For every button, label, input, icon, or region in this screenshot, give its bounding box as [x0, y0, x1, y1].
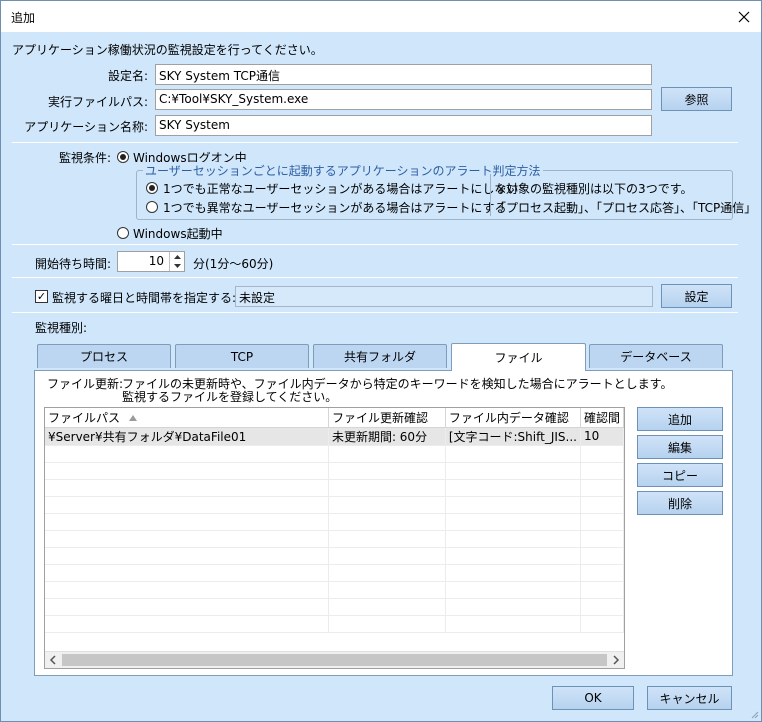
table-row[interactable]: ¥Server¥共有フォルダ¥DataFile01 未更新期間: 60分 [文字… [45, 427, 624, 446]
cell-interval: 10 [580, 427, 624, 446]
empty-row [45, 479, 624, 497]
delete-button[interactable]: 削除 [637, 491, 723, 515]
schedule-label: 監視する曜日と時間帯を指定する: [52, 291, 237, 305]
logon-radio[interactable] [117, 151, 129, 163]
schedule-field: 未設定 [235, 286, 653, 307]
startup-radio[interactable] [117, 227, 129, 239]
wait-spinner[interactable]: 10 [117, 251, 185, 272]
intro-text: アプリケーション稼働状況の監視設定を行ってください。 [12, 43, 323, 57]
browse-button[interactable]: 参照 [661, 87, 732, 111]
setting-name-label: 設定名: [107, 69, 148, 83]
cancel-button[interactable]: キャンセル [647, 686, 732, 710]
option2-radio[interactable] [146, 201, 158, 213]
empty-row [45, 445, 624, 463]
option1-radio[interactable] [146, 182, 158, 194]
exe-path-label: 実行ファイルパス: [47, 95, 148, 109]
empty-row [45, 513, 624, 531]
column-header-file-path[interactable]: ファイルパス [45, 408, 329, 428]
startup-label: Windows起動中 [133, 227, 223, 241]
scroll-thumb[interactable] [62, 654, 607, 666]
close-button[interactable] [727, 1, 761, 32]
tab-tcp[interactable]: TCP [175, 344, 309, 368]
add-button[interactable]: 追加 [637, 407, 723, 431]
schedule-checkbox[interactable]: ✓ [35, 290, 48, 303]
sort-ascending-icon [128, 414, 137, 421]
description-line2: 監視するファイルを登録してください。 [122, 390, 338, 404]
wait-label: 開始待ち時間: [35, 257, 112, 271]
column-header-data-check[interactable]: ファイル内データ確認 [445, 408, 581, 428]
resize-grip-icon[interactable] [749, 709, 759, 719]
separator [12, 244, 738, 245]
edit-button[interactable]: 編集 [637, 435, 723, 459]
schedule-settings-button[interactable]: 設定 [661, 284, 732, 308]
scroll-right-icon[interactable] [608, 652, 624, 668]
spinner-buttons[interactable] [169, 252, 184, 271]
empty-row [45, 564, 624, 582]
empty-row [45, 530, 624, 548]
tab-shared-folder[interactable]: 共有フォルダ [313, 344, 447, 368]
title-bar: 追加 [1, 1, 761, 32]
file-table: ファイルパス ファイル更新確認 ファイル内データ確認 確認間 ¥Server¥共… [45, 408, 624, 633]
wait-value: 10 [148, 254, 164, 268]
separator [12, 142, 738, 143]
empty-row [45, 581, 624, 599]
alert-method-group-title: ユーザーセッションごとに起動するアプリケーションのアラート判定方法 [143, 162, 543, 179]
tab-process[interactable]: プロセス [37, 344, 171, 368]
tab-database[interactable]: データベース [589, 344, 723, 368]
copy-button[interactable]: コピー [637, 463, 723, 487]
app-name-label: アプリケーション名称: [24, 120, 148, 134]
setting-name-field[interactable]: SKY System TCP通信 [155, 64, 652, 85]
spinner-down-icon[interactable] [170, 262, 185, 271]
note-line2: 「プロセス起動」、「プロセス応答」、「TCP通信」 [494, 201, 757, 215]
close-icon [738, 11, 750, 22]
empty-row [45, 547, 624, 565]
spinner-up-icon[interactable] [170, 252, 185, 261]
group-divider [490, 174, 491, 216]
wait-range: 分(1分～60分) [193, 257, 274, 271]
cell-file-path: ¥Server¥共有フォルダ¥DataFile01 [45, 427, 329, 446]
file-list-grid[interactable]: ファイルパス ファイル更新確認 ファイル内データ確認 確認間 ¥Server¥共… [44, 407, 625, 669]
empty-row [45, 462, 624, 480]
column-header-interval[interactable]: 確認間 [580, 408, 624, 428]
empty-row [45, 615, 624, 633]
separator [12, 277, 738, 278]
scroll-left-icon[interactable] [45, 652, 61, 668]
option1-label: 1つでも正常なユーザーセッションがある場合はアラートにしない [163, 182, 519, 196]
tab-file[interactable]: ファイル [451, 343, 586, 371]
dialog-title: 追加 [11, 11, 36, 25]
column-header-update-check[interactable]: ファイル更新確認 [328, 408, 446, 428]
empty-row [45, 598, 624, 616]
separator [12, 312, 738, 313]
conditions-label: 監視条件: [59, 151, 112, 165]
note-line1: ※対象の監視種別は以下の3つです。 [496, 182, 693, 196]
file-update-prefix: ファイル更新: [47, 377, 124, 391]
monitor-type-label: 監視種別: [35, 321, 88, 335]
horizontal-scrollbar[interactable] [45, 651, 624, 668]
empty-row [45, 496, 624, 514]
app-name-field[interactable]: SKY System [155, 115, 652, 136]
ok-button[interactable]: OK [552, 686, 634, 710]
header-label: ファイルパス [48, 410, 121, 425]
add-dialog: 追加 アプリケーション稼働状況の監視設定を行ってください。 設定名: SKY S… [0, 0, 762, 722]
cell-update-check: 未更新期間: 60分 [328, 427, 446, 446]
exe-path-field[interactable]: C:¥Tool¥SKY_System.exe [155, 89, 652, 110]
option2-label: 1つでも異常なユーザーセッションがある場合はアラートにする [163, 201, 507, 215]
cell-data-check: [文字コード:Shift_JIS... [445, 427, 581, 446]
